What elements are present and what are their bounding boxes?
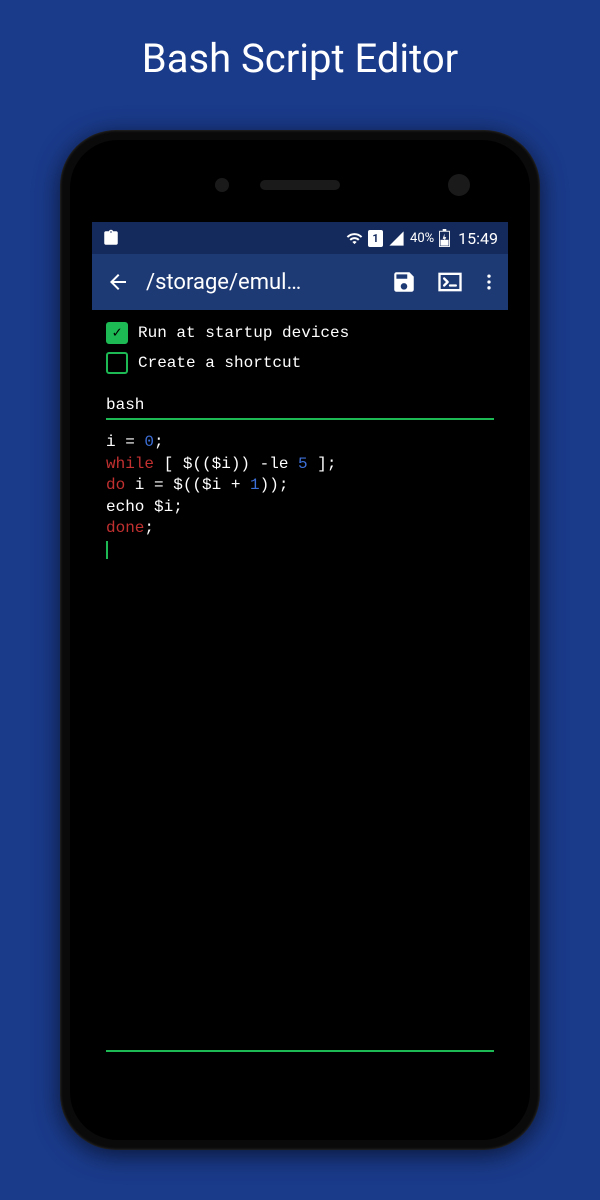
text-cursor: [106, 541, 108, 559]
script-editor[interactable]: i = 0; while [ $(($i)) -le 5 ]; do i = $…: [106, 432, 494, 1052]
sim-icon: 1: [368, 230, 383, 247]
save-button[interactable]: [386, 264, 422, 300]
wifi-icon: [346, 230, 363, 247]
overflow-menu-button[interactable]: [478, 264, 500, 300]
back-button[interactable]: [100, 264, 136, 300]
create-shortcut-row[interactable]: Create a shortcut: [106, 348, 494, 378]
battery-icon: [439, 229, 450, 247]
editor-content: Run at startup devices Create a shortcut…: [92, 310, 508, 1058]
run-terminal-button[interactable]: [432, 264, 468, 300]
run-at-startup-row[interactable]: Run at startup devices: [106, 318, 494, 348]
create-shortcut-checkbox[interactable]: [106, 352, 128, 374]
create-shortcut-label: Create a shortcut: [138, 354, 301, 372]
phone-screen: 1 40% 15:49 /storage/emul…: [92, 222, 508, 1058]
phone-frame: 1 40% 15:49 /storage/emul…: [60, 130, 540, 1150]
phone-camera: [448, 174, 470, 196]
run-at-startup-label: Run at startup devices: [138, 324, 349, 342]
app-bar: /storage/emul…: [92, 254, 508, 310]
run-at-startup-checkbox[interactable]: [106, 322, 128, 344]
language-input[interactable]: bash: [106, 396, 494, 420]
phone-sensor: [215, 178, 229, 192]
file-path-title: /storage/emul…: [146, 270, 301, 295]
signal-icon: [388, 230, 405, 247]
status-bar: 1 40% 15:49: [92, 222, 508, 254]
phone-speaker: [260, 180, 340, 190]
battery-text: 40%: [410, 231, 434, 246]
clipboard-icon: [102, 229, 120, 247]
clock: 15:49: [458, 229, 498, 248]
page-title: Bash Script Editor: [0, 0, 600, 107]
